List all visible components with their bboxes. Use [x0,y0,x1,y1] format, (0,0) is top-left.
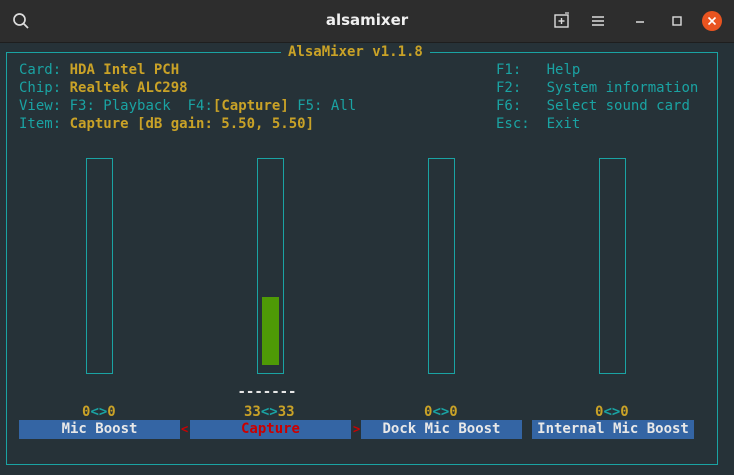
terminal-area[interactable]: AlsaMixer v1.1.8 Card: HDA Intel PCH Chi… [0,43,734,475]
mic-boost-volume-bar[interactable] [86,158,113,374]
app-title: AlsaMixer v1.1.8 [281,43,430,61]
window-titlebar: alsamixer [0,0,734,43]
view-line: View: F3: Playback F4:[Capture] F5: All [19,97,356,115]
chip-label: Chip: [19,80,62,96]
help-f1[interactable]: F1: Help [496,61,580,79]
help-text: System information [546,80,699,96]
help-key: Esc: [496,116,530,132]
selection-right-arrow: > [353,422,361,436]
card-line: Card: HDA Intel PCH [19,61,179,79]
item-line: Item: Capture [dB gain: 5.50, 5.50] [19,115,314,133]
new-tab-icon[interactable] [550,9,574,33]
help-key: F6: [496,98,522,114]
help-f2[interactable]: F2: System information [496,79,698,97]
chip-line: Chip: Realtek ALC298 [19,79,188,97]
control-mic-boost[interactable]: Mic Boost [19,420,180,439]
control-dock-mic-boost[interactable]: Dock Mic Boost [361,420,522,439]
view-f4-capture[interactable]: [Capture] [213,98,289,114]
volume-fill [262,297,279,365]
selection-left-arrow: < [181,422,189,436]
help-key: F2: [496,80,522,96]
help-f6[interactable]: F6: Select sound card [496,97,690,115]
dock-mic-boost-level: 0<>0 [424,404,458,420]
dock-mic-boost-volume-bar[interactable] [428,158,455,374]
control-internal-mic-boost[interactable]: Internal Mic Boost [532,420,694,439]
mic-boost-level: 0<>0 [82,404,116,420]
capture-selected-marker: ------- [237,384,297,400]
view-f5-all[interactable]: F5: All [297,98,356,114]
window-title: alsamixer [325,11,409,29]
internal-mic-boost-volume-bar[interactable] [599,158,626,374]
minimize-icon[interactable] [628,9,652,33]
capture-level: 33<>33 [244,404,295,420]
card-label: Card: [19,62,62,78]
hamburger-menu-icon[interactable] [586,9,610,33]
view-f4-key[interactable]: F4: [188,98,213,114]
capture-volume-bar[interactable] [257,158,284,374]
help-key: F1: [496,62,522,78]
close-icon[interactable] [700,9,724,33]
help-text: Help [546,62,581,78]
item-label: Item: [19,116,62,132]
chip-value: Realtek ALC298 [69,80,188,96]
help-text: Select sound card [546,98,690,114]
item-value: Capture [dB gain: 5.50, 5.50] [69,116,315,132]
view-label: View: [19,98,62,114]
control-capture[interactable]: Capture [190,420,351,439]
help-text: Exit [546,116,581,132]
view-f3-playback[interactable]: F3: Playback [70,98,171,114]
card-value: HDA Intel PCH [69,62,180,78]
help-esc[interactable]: Esc: Exit [496,115,580,133]
maximize-icon[interactable] [665,9,689,33]
internal-mic-boost-level: 0<>0 [595,404,629,420]
